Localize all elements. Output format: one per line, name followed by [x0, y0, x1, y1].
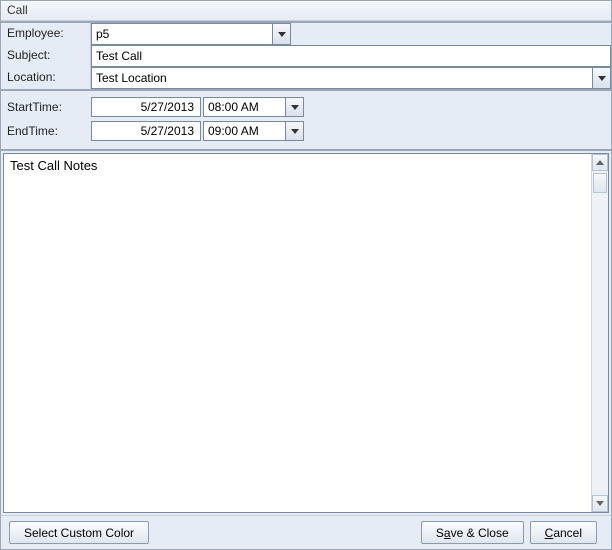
cancel-button[interactable]: Cancel [530, 521, 597, 544]
notes-container [3, 153, 609, 513]
call-dialog: Call Employee: Subject: Location: [0, 0, 612, 550]
subject-row: Subject: [1, 45, 611, 67]
start-time-combo [203, 97, 304, 117]
chevron-up-icon [596, 160, 604, 165]
chevron-down-icon [291, 129, 299, 134]
header-form: Employee: Subject: Location: [1, 21, 611, 91]
end-time-dropdown-button[interactable] [285, 121, 304, 141]
endtime-label: EndTime: [1, 122, 91, 140]
endtime-row: EndTime: [1, 119, 611, 143]
end-time-combo [203, 121, 304, 141]
chevron-down-icon [291, 105, 299, 110]
notes-textarea[interactable] [4, 154, 591, 512]
titlebar: Call [1, 1, 611, 21]
select-custom-color-button[interactable]: Select Custom Color [9, 521, 149, 544]
subject-input[interactable] [91, 45, 611, 67]
scroll-thumb[interactable] [593, 173, 607, 193]
scroll-up-button[interactable] [592, 154, 608, 171]
scroll-track[interactable] [592, 171, 608, 495]
spacer [291, 23, 611, 45]
location-input[interactable] [91, 67, 592, 89]
chevron-down-icon [598, 76, 606, 81]
time-section: StartTime: EndTime: [1, 91, 611, 151]
starttime-row: StartTime: [1, 95, 611, 119]
chevron-down-icon [278, 32, 286, 37]
end-time-input[interactable] [203, 121, 285, 141]
start-date-input[interactable] [91, 97, 201, 117]
employee-input[interactable] [91, 23, 272, 45]
employee-row: Employee: [1, 23, 611, 45]
location-row: Location: [1, 67, 611, 89]
button-bar: Select Custom Color Save & Close Cancel [1, 515, 611, 549]
subject-label: Subject: [1, 45, 91, 67]
save-close-button[interactable]: Save & Close [421, 521, 524, 544]
employee-dropdown-button[interactable] [272, 23, 291, 45]
scroll-down-button[interactable] [592, 495, 608, 512]
location-field [91, 67, 611, 89]
subject-field [91, 45, 611, 67]
window-title: Call [7, 3, 28, 17]
notes-scrollbar[interactable] [591, 154, 608, 512]
employee-field [91, 23, 291, 45]
employee-label: Employee: [1, 23, 91, 45]
end-date-input[interactable] [91, 121, 201, 141]
start-time-dropdown-button[interactable] [285, 97, 304, 117]
start-time-input[interactable] [203, 97, 285, 117]
chevron-down-icon [596, 501, 604, 506]
starttime-label: StartTime: [1, 98, 91, 116]
location-dropdown-button[interactable] [592, 67, 611, 89]
location-label: Location: [1, 67, 91, 89]
